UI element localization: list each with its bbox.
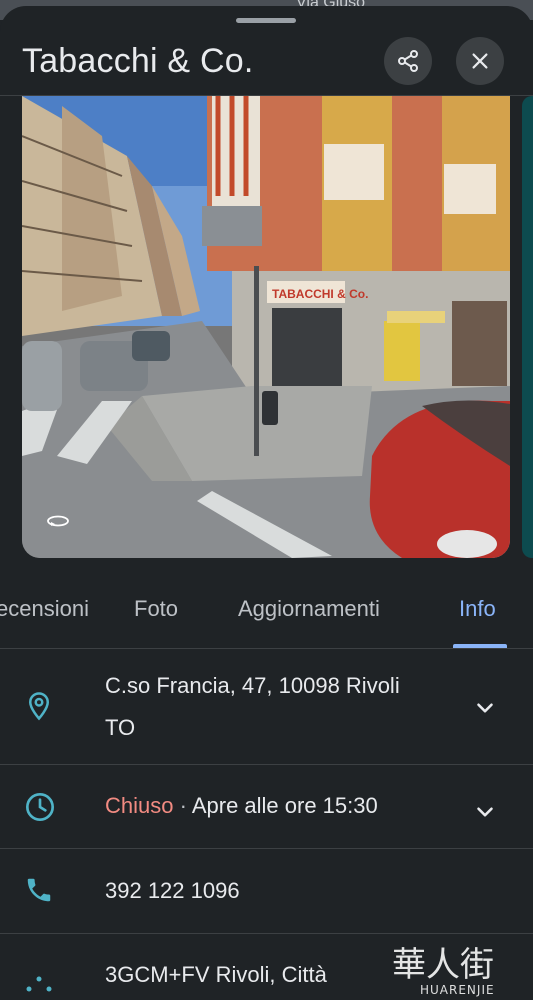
- plus-code: 3GCM+FV Rivoli, Città: [105, 962, 327, 987]
- separator: ·: [173, 793, 192, 818]
- shop-sign: TABACCHI & Co.: [272, 287, 368, 301]
- address-row[interactable]: C.so Francia, 47, 10098 Rivoli TO: [0, 649, 533, 764]
- tab-updates[interactable]: Aggiornamenti: [238, 596, 380, 622]
- close-icon: [472, 53, 488, 69]
- chevron-down-icon[interactable]: [472, 695, 498, 721]
- hours-text: Chiuso · Apre alle ore 15:30: [105, 785, 378, 827]
- site-watermark: 華人街 HUARENJIE: [388, 934, 533, 1000]
- tab-info[interactable]: Info: [459, 596, 496, 622]
- phone-number: 392 122 1096: [105, 878, 240, 903]
- tab-reviews[interactable]: ecensioni: [0, 596, 89, 622]
- place-sheet: Tabacchi & Co. TABACCHI & Co. ecensioni …: [0, 6, 533, 1000]
- hours-row[interactable]: Chiuso · Apre alle ore 15:30: [0, 765, 533, 848]
- phone-icon: [27, 878, 51, 902]
- opens-at: Apre alle ore 15:30: [191, 793, 378, 818]
- close-button[interactable]: [456, 37, 504, 85]
- address-line-1: C.so Francia, 47, 10098 Rivoli: [105, 673, 400, 698]
- closed-status: Chiuso: [105, 793, 174, 818]
- address-text: C.so Francia, 47, 10098 Rivoli TO: [105, 665, 400, 749]
- tab-bar: ecensioni Foto Aggiornamenti Info: [0, 576, 533, 648]
- plus-code-icon: [26, 976, 52, 992]
- share-icon: [398, 50, 418, 72]
- place-title: Tabacchi & Co.: [22, 42, 254, 80]
- watermark-latin: HUARENJIE: [420, 983, 495, 997]
- drag-handle[interactable]: [236, 18, 296, 23]
- tab-photos[interactable]: Foto: [134, 596, 178, 622]
- share-button[interactable]: [384, 37, 432, 85]
- watermark-chinese: 華人街: [392, 945, 494, 985]
- street-view-photo[interactable]: TABACCHI & Co.: [22, 96, 510, 558]
- address-line-2: TO: [105, 715, 136, 740]
- 360-view-icon[interactable]: [46, 514, 70, 528]
- location-pin-icon: [28, 692, 50, 721]
- phone-row[interactable]: 392 122 1096: [0, 849, 533, 933]
- clock-icon: [26, 793, 54, 821]
- next-photo-preview[interactable]: [522, 96, 533, 558]
- chevron-down-icon[interactable]: [472, 799, 498, 825]
